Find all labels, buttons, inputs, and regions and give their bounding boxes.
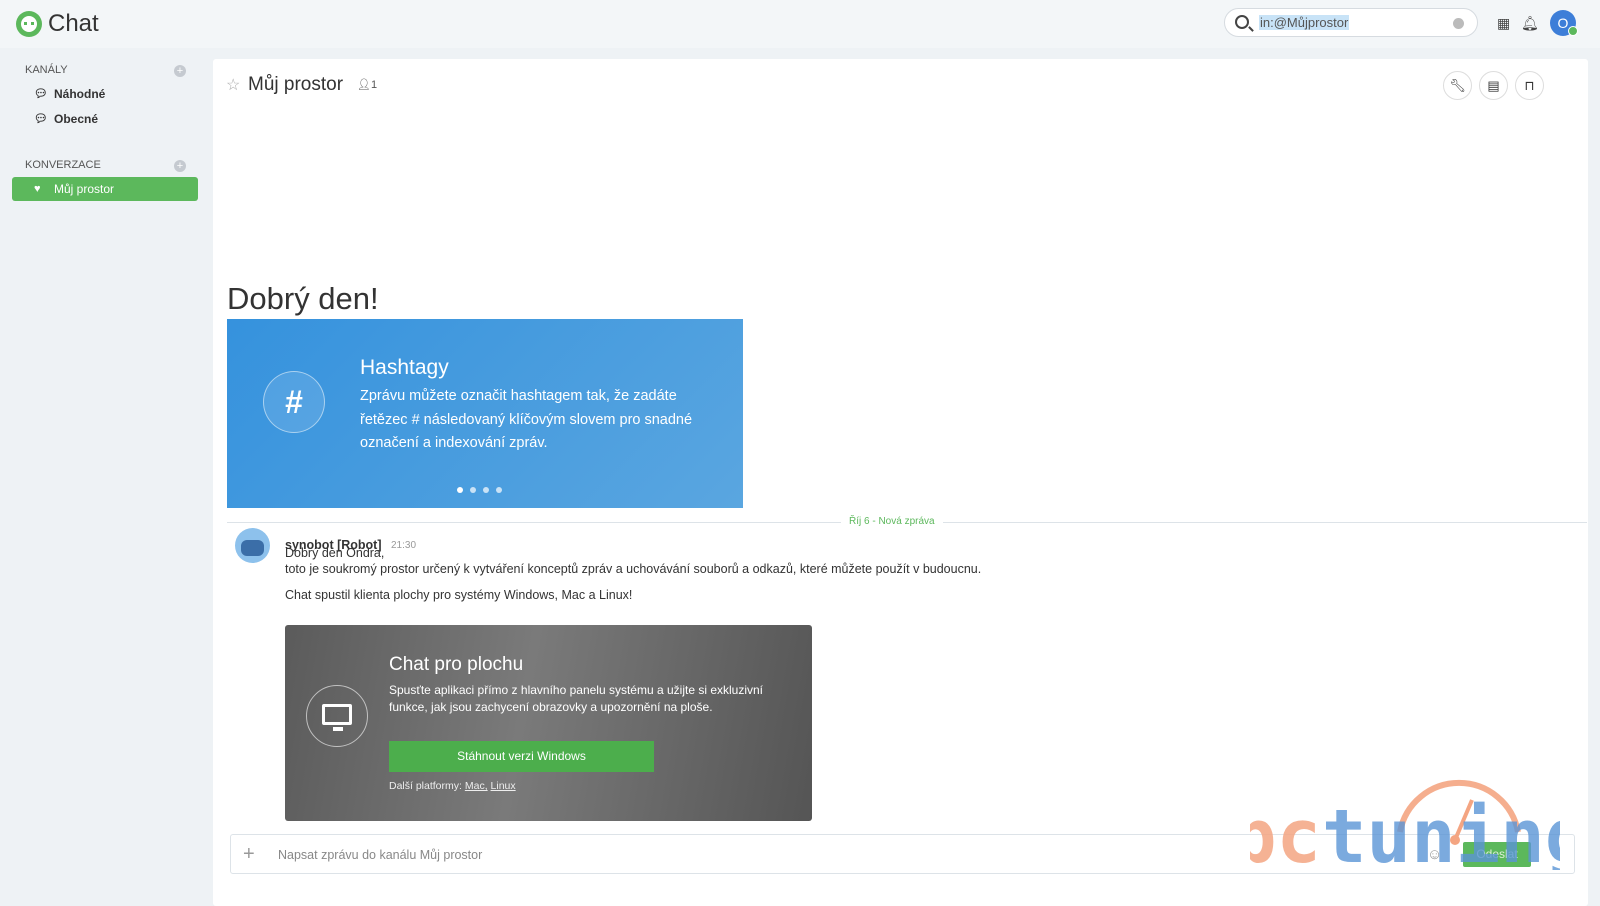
channel-title: Můj prostor: [248, 74, 344, 95]
carousel-dot[interactable]: [470, 487, 476, 493]
carousel-text: Zprávu můžete označit hashtagem tak, že …: [360, 388, 693, 451]
message-time: 21:30: [391, 540, 417, 551]
plus-icon[interactable]: +: [243, 843, 255, 866]
carousel-dots[interactable]: [457, 487, 502, 493]
sidebar: KANÁLY + 💬︎ Náhodné 💬︎ Obecné KONVERZACE +…: [0, 48, 210, 906]
message-line: Chat spustil klienta plochy pro systémy …: [285, 588, 633, 602]
carousel-title: Hashtagy: [360, 356, 449, 379]
carousel-dot[interactable]: [457, 487, 463, 493]
search-icon: [1235, 15, 1249, 29]
search-value[interactable]: in:@Můjprostor: [1259, 15, 1350, 30]
add-conversation-button[interactable]: +: [174, 160, 186, 172]
member-count[interactable]: 👤︎1: [357, 78, 377, 91]
mac-link[interactable]: Mac,: [465, 780, 488, 792]
sidebar-item-muj-prostor[interactable]: ♥ Můj prostor: [12, 177, 198, 201]
desktop-card-title: Chat pro plochu: [389, 654, 524, 675]
sidebar-item-nahodne[interactable]: 💬︎ Náhodné: [12, 82, 198, 106]
tips-carousel: # Hashtagy Zprávu můžete označit hashtag…: [227, 319, 743, 508]
conversations-header: KONVERZACE: [25, 159, 101, 171]
bell-icon[interactable]: 🔔︎: [1521, 15, 1539, 32]
channel-icon: 💬︎: [34, 113, 48, 125]
carousel-dot[interactable]: [496, 487, 502, 493]
top-bar: Chat in:@Můjprostor ▦ 🔔︎ O: [0, 0, 1600, 48]
bot-avatar[interactable]: [235, 528, 270, 563]
search-input[interactable]: in:@Můjprostor: [1224, 8, 1478, 37]
star-icon[interactable]: ☆: [226, 75, 240, 95]
app-title: Chat: [48, 10, 99, 37]
user-icon: 👤︎: [357, 79, 371, 91]
pctuning-watermark-logo: pc tuning: [1250, 779, 1560, 870]
hashtag-icon: #: [263, 371, 325, 433]
add-channel-button[interactable]: +: [174, 65, 186, 77]
other-platforms: Další platformy: Mac, Linux: [389, 780, 516, 792]
inbox-icon: ⊓: [1524, 78, 1535, 93]
pinned-button[interactable]: ▤: [1479, 71, 1508, 100]
svg-text:tuning: tuning: [1322, 794, 1560, 870]
divider-label: Říj 6 - Nová zpráva: [841, 516, 943, 527]
app-logo[interactable]: Chat: [16, 10, 99, 38]
clear-search-icon[interactable]: [1453, 18, 1464, 29]
carousel-dot[interactable]: [483, 487, 489, 493]
chat-logo-icon: [16, 11, 42, 37]
download-windows-button[interactable]: Stáhnout verzi Windows: [389, 741, 654, 772]
desktop-card-text: Spusťte aplikaci přímo z hlavního panelu…: [389, 683, 764, 714]
bookmark-icon: ▤: [1487, 78, 1500, 93]
channels-header: KANÁLY: [25, 64, 68, 76]
inbox-button[interactable]: ⊓: [1515, 71, 1544, 100]
settings-wrench-button[interactable]: 🔧︎: [1443, 71, 1472, 100]
channel-icon: 💬︎: [34, 88, 48, 100]
welcome-greeting: Dobrý den!: [227, 281, 379, 316]
heart-icon: ♥: [34, 183, 41, 195]
linux-link[interactable]: Linux: [491, 780, 516, 792]
message-input[interactable]: Napsat zprávu do kanálu Můj prostor: [278, 848, 482, 862]
apps-grid-icon[interactable]: ▦: [1497, 15, 1510, 32]
desktop-app-card: Chat pro plochu Spusťte aplikaci přímo z…: [285, 625, 812, 821]
message-line: toto je soukromý prostor určený k vytvář…: [285, 562, 982, 576]
user-avatar[interactable]: O: [1550, 10, 1578, 36]
sidebar-item-obecne[interactable]: 💬︎ Obecné: [12, 107, 198, 131]
svg-text:pc: pc: [1250, 794, 1321, 870]
message-line: Dobrý den Ondra,: [285, 546, 385, 560]
wrench-icon: 🔧︎: [1449, 78, 1466, 93]
monitor-icon: [306, 685, 368, 747]
